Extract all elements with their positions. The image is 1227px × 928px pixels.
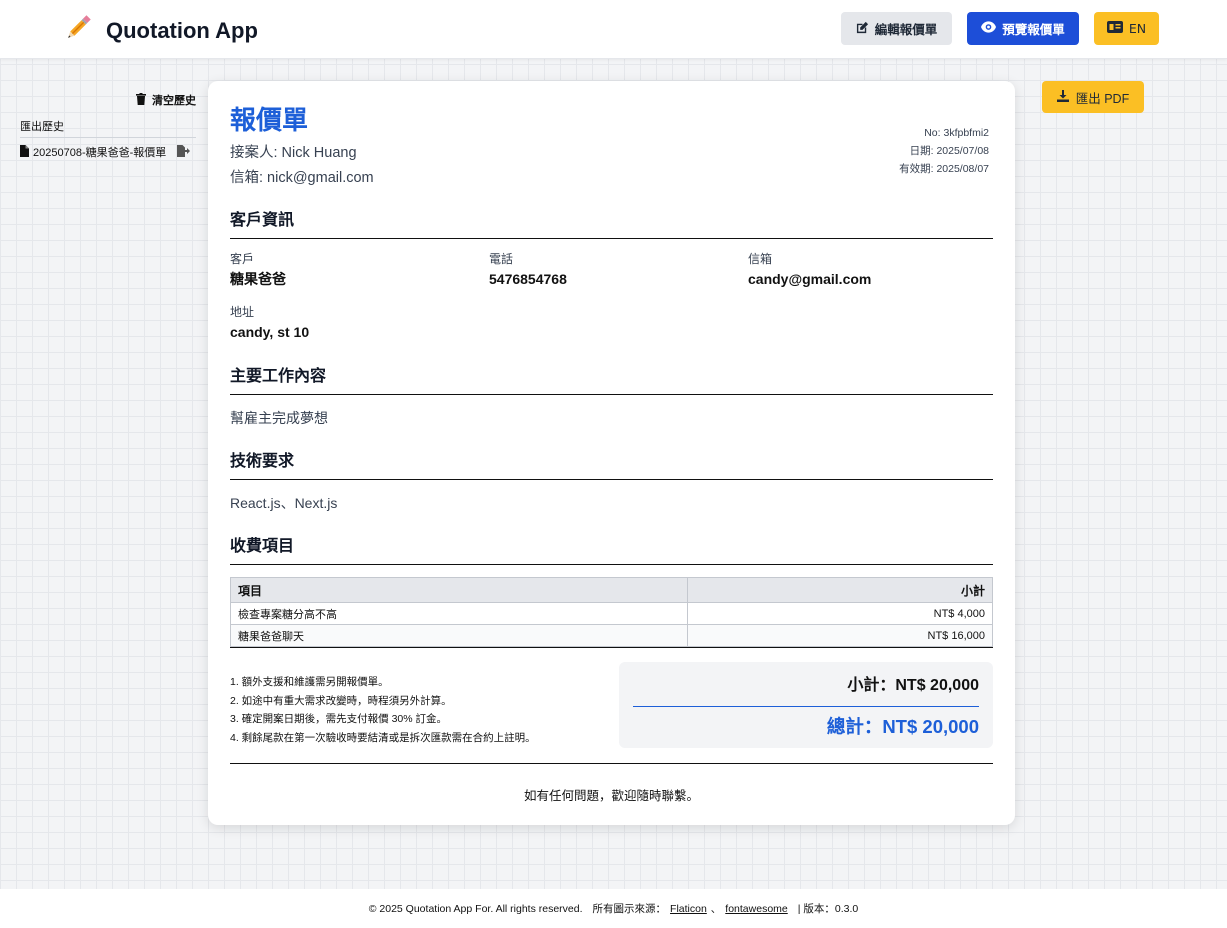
export-pdf-button[interactable]: 匯出 PDF bbox=[1042, 81, 1144, 113]
version-text: | 版本：0.3.0 bbox=[797, 903, 859, 915]
subtotal-amount: 小計：NT$ 20,000 bbox=[633, 676, 979, 707]
client-phone-field: 電話 5476854768 bbox=[489, 251, 748, 289]
brand[interactable]: Quotation App bbox=[62, 12, 258, 49]
preview-quote-button[interactable]: 預覽報價單 bbox=[967, 12, 1079, 45]
col-subtotal-header: 小計 bbox=[687, 577, 993, 603]
fee-item-cell: 檢查專案糖分高不高 bbox=[230, 602, 688, 625]
client-name-label: 客戶 bbox=[230, 252, 255, 266]
note-item: 1. 額外支援和維護需另開報價單。 bbox=[230, 676, 389, 688]
edit-icon bbox=[856, 21, 869, 37]
client-name-field: 客戶 糖果爸爸 bbox=[230, 251, 489, 289]
note-item: 4. 剩餘尾款在第一次驗收時要結清或是拆次匯款需在合約上註明。 bbox=[230, 731, 536, 744]
pencil-icon bbox=[62, 12, 94, 49]
table-row: 糖果爸爸聊天 NT$ 16,000 bbox=[230, 624, 993, 647]
app-header: Quotation App 編輯報價單 預覽報價單 EN bbox=[0, 0, 1227, 59]
language-card-icon bbox=[1106, 21, 1123, 36]
flaticon-link[interactable]: Flaticon bbox=[670, 903, 707, 915]
file-icon bbox=[20, 144, 29, 160]
client-email-value: candy@gmail.com bbox=[748, 271, 872, 287]
fees-divider bbox=[230, 647, 993, 648]
col-item-header: 項目 bbox=[230, 577, 688, 603]
fee-item-cell: 糖果爸爸聊天 bbox=[230, 624, 688, 647]
quote-meta: No: 3kfpbfmi2 日期: 2025/07/08 有效期: 2025/0… bbox=[899, 124, 989, 178]
client-section-title: 客戶資訊 bbox=[230, 206, 993, 239]
client-address-value: candy, st 10 bbox=[230, 324, 310, 340]
client-phone-value: 5476854768 bbox=[489, 271, 567, 287]
edit-quote-button[interactable]: 編輯報價單 bbox=[841, 12, 952, 45]
trash-icon bbox=[136, 92, 146, 108]
note-item: 2. 如途中有重大需求改變時，時程須另外計算。 bbox=[230, 694, 452, 707]
totals-box: 小計：NT$ 20,000 總計：NT$ 20,000 bbox=[619, 662, 993, 748]
fontawesome-link[interactable]: fontawesome bbox=[725, 903, 787, 915]
quote-title: 報價單 bbox=[230, 105, 309, 135]
preview-quote-label: 預覽報價單 bbox=[1002, 22, 1065, 37]
quote-date: 日期: 2025/07/08 bbox=[909, 145, 989, 157]
export-pdf-label: 匯出 PDF bbox=[1075, 91, 1130, 106]
link-separator: 、 bbox=[710, 903, 722, 915]
history-title: 匯出歷史 bbox=[20, 118, 196, 138]
client-address-field: 地址 candy, st 10 bbox=[230, 304, 993, 342]
contact-name: 接案人: Nick Huang bbox=[230, 145, 357, 161]
client-email-label: 信箱 bbox=[748, 252, 773, 266]
client-address-label: 地址 bbox=[230, 305, 255, 319]
table-row: 檢查專案糖分高不高 NT$ 4,000 bbox=[230, 602, 993, 625]
fees-section-title: 收費項目 bbox=[230, 532, 993, 565]
closing-divider bbox=[230, 763, 993, 764]
clear-history-button[interactable]: 清空歷史 bbox=[20, 90, 196, 110]
client-email-field: 信箱 candy@gmail.com bbox=[748, 251, 871, 289]
copyright-text: © 2025 Quotation App For. All rights res… bbox=[368, 902, 583, 915]
work-section-title: 主要工作內容 bbox=[230, 362, 993, 395]
note-item: 3. 確定開案日期後，需先支付報價 30% 訂金。 bbox=[230, 713, 448, 725]
history-item[interactable]: 20250708-糖果爸爸-報價單 bbox=[20, 144, 196, 160]
work-content: 幫雇主完成夢想 bbox=[230, 410, 328, 426]
client-info-grid: 客戶 糖果爸爸 電話 5476854768 信箱 candy@gmail.com bbox=[230, 251, 993, 289]
page-footer: © 2025 Quotation App For. All rights res… bbox=[0, 889, 1227, 928]
icons-source-prefix: 所有圖示來源： bbox=[592, 903, 667, 915]
fees-table: 項目 小計 檢查專案糖分高不高 NT$ 4,000 糖果爸爸聊天 NT$ 16,… bbox=[230, 577, 993, 647]
tech-content: React.js、Next.js bbox=[230, 495, 338, 511]
fees-header-row: 項目 小計 bbox=[230, 577, 993, 603]
tech-section-title: 技術要求 bbox=[230, 447, 993, 480]
client-name-value: 糖果爸爸 bbox=[230, 271, 286, 287]
clear-history-label: 清空歷史 bbox=[152, 95, 196, 107]
language-label: EN bbox=[1128, 21, 1147, 36]
app-title: Quotation App bbox=[106, 17, 258, 43]
terms-notes: 1. 額外支援和維護需另開報價單。 2. 如途中有重大需求改變時，時程須另外計算… bbox=[230, 673, 536, 747]
total-amount: 總計：NT$ 20,000 bbox=[826, 716, 979, 737]
fee-amount-cell: NT$ 4,000 bbox=[687, 602, 993, 625]
file-export-icon[interactable] bbox=[177, 144, 190, 160]
fee-amount-cell: NT$ 16,000 bbox=[687, 624, 993, 647]
history-sidebar: 清空歷史 匯出歷史 20250708-糖果爸爸-報價單 bbox=[20, 90, 196, 160]
quote-number: No: 3kfpbfmi2 bbox=[924, 127, 989, 139]
download-icon bbox=[1056, 89, 1069, 105]
client-phone-label: 電話 bbox=[489, 252, 514, 266]
history-item-name: 20250708-糖果爸爸-報價單 bbox=[33, 147, 167, 159]
quote-valid-until: 有效期: 2025/08/07 bbox=[899, 163, 989, 175]
contact-email: 信箱: nick@gmail.com bbox=[230, 170, 374, 186]
eye-icon bbox=[981, 21, 997, 36]
closing-message: 如有任何問題，歡迎隨時聯繫。 bbox=[523, 789, 699, 803]
language-toggle-button[interactable]: EN bbox=[1094, 12, 1159, 45]
quote-card: 報價單 接案人: Nick Huang 信箱: nick@gmail.com N… bbox=[208, 81, 1015, 825]
edit-quote-label: 編輯報價單 bbox=[874, 22, 938, 37]
